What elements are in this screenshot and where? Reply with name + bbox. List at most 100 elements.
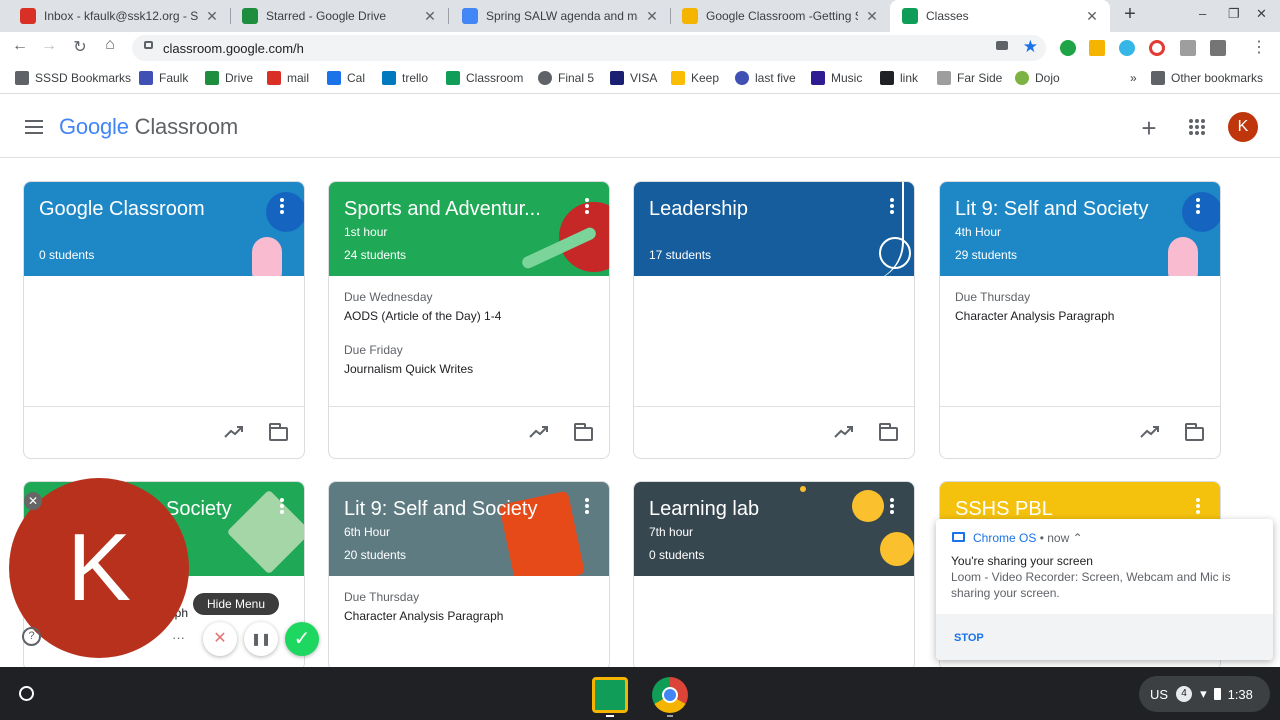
class-name[interactable]: Sports and Adventur... (344, 198, 554, 221)
launcher-icon[interactable] (19, 686, 34, 701)
main-menu-icon[interactable] (25, 120, 43, 134)
bookmark-item[interactable]: Music (811, 71, 862, 85)
bookmark-item[interactable]: SSSD Bookmarks (15, 71, 131, 85)
tab-docs[interactable]: Spring SALW agenda and mater ✕ (450, 0, 670, 32)
class-card-header[interactable]: Google Classroom 0 students (24, 182, 304, 276)
class-card[interactable]: Leadership 17 students (633, 181, 915, 459)
screen-sharing-notification[interactable]: Chrome OS • now ⌃ You're sharing your sc… (936, 519, 1273, 660)
close-tab-icon[interactable]: ✕ (864, 8, 880, 25)
extensions-puzzle-icon[interactable] (1210, 40, 1226, 56)
drive-folder-icon[interactable] (574, 423, 593, 441)
drive-folder-icon[interactable] (269, 423, 288, 441)
class-name[interactable]: Leadership (649, 198, 859, 221)
bookmark-item[interactable]: last five (735, 71, 796, 85)
bookmark-item[interactable]: Faulk (139, 71, 188, 85)
camera-in-use-icon[interactable] (996, 41, 1008, 50)
class-options-icon[interactable] (585, 498, 589, 514)
bookmark-item[interactable]: trello (382, 71, 428, 85)
drive-folder-icon[interactable] (1185, 423, 1204, 441)
loom-extension-icon[interactable] (1149, 40, 1165, 56)
close-tab-icon[interactable]: ✕ (422, 8, 438, 25)
class-card[interactable]: Learning lab 7th hour 0 students (633, 481, 915, 671)
bookmark-item[interactable]: mail (267, 71, 309, 85)
google-apps-icon[interactable] (1189, 119, 1205, 135)
restore-button[interactable]: ❐ (1228, 6, 1240, 22)
forward-button[interactable]: → (38, 37, 60, 55)
drive-extension-icon[interactable] (1089, 40, 1105, 56)
more-bookmarks-chevron-icon[interactable]: » (1130, 71, 1137, 85)
loom-close-bubble-icon[interactable]: ✕ (24, 492, 42, 510)
grammarly-extension-icon[interactable] (1060, 40, 1076, 56)
bookmark-star-icon[interactable]: ★ (1023, 37, 1038, 57)
assignment-link[interactable]: Character Analysis Paragraph (955, 309, 1205, 323)
tab-classes[interactable]: Classes ✕ (890, 0, 1110, 32)
class-card[interactable]: Google Classroom 0 students (23, 181, 305, 459)
class-card[interactable]: Sports and Adventur... 1st hour 24 stude… (328, 181, 610, 459)
class-card-header[interactable]: Lit 9: Self and Society 6th Hour 20 stud… (329, 482, 609, 576)
loom-pause-button[interactable]: ❚❚ (244, 622, 278, 656)
assignment-link[interactable]: Journalism Quick Writes (344, 362, 594, 376)
tab-gmail[interactable]: Inbox - kfaulk@ssk12.org - Stea ✕ (8, 0, 230, 32)
close-tab-icon[interactable]: ✕ (644, 8, 660, 25)
class-options-icon[interactable] (585, 198, 589, 214)
classroom-app-icon[interactable] (592, 677, 628, 713)
bookmark-item[interactable]: link (880, 71, 918, 85)
status-tray[interactable]: US 4 ▾ 1:38 (1139, 676, 1270, 712)
address-bar[interactable]: classroom.google.com/h ★ (132, 35, 1046, 61)
class-options-icon[interactable] (890, 498, 894, 514)
gradebook-trend-icon[interactable] (1140, 425, 1160, 439)
assignment-link[interactable]: Character Analysis Paragraph (344, 609, 594, 623)
google-classroom-logo[interactable]: Google Classroom (59, 114, 238, 140)
account-avatar[interactable]: K (1228, 112, 1258, 142)
class-name[interactable]: Google Classroom (39, 198, 249, 221)
class-options-icon[interactable] (890, 198, 894, 214)
class-card-header[interactable]: Sports and Adventur... 1st hour 24 stude… (329, 182, 609, 276)
bookmark-item[interactable]: Cal (327, 71, 365, 85)
class-options-icon[interactable] (280, 498, 284, 514)
class-options-icon[interactable] (1196, 498, 1200, 514)
back-button[interactable]: ← (9, 37, 31, 55)
chrome-app-icon[interactable] (652, 677, 688, 713)
bookmark-item[interactable]: Keep (671, 71, 719, 85)
close-tab-icon[interactable]: ✕ (204, 8, 220, 25)
class-options-icon[interactable] (280, 198, 284, 214)
gradebook-trend-icon[interactable] (224, 425, 244, 439)
loom-cancel-button[interactable]: ✕ (203, 622, 237, 656)
reload-button[interactable]: ↻ (69, 37, 91, 57)
tab-drive[interactable]: Starred - Google Drive ✕ (230, 0, 448, 32)
bookmark-item[interactable]: Final 5 (538, 71, 594, 85)
create-join-class-button[interactable]: + (1137, 113, 1161, 144)
class-card[interactable]: Lit 9: Self and Society 4th Hour 29 stud… (939, 181, 1221, 459)
browser-menu-icon[interactable]: ⋮ (1248, 37, 1270, 57)
class-card-header[interactable]: Learning lab 7th hour 0 students (634, 482, 914, 576)
class-name[interactable]: Learning lab (649, 498, 859, 521)
class-name[interactable]: Lit 9: Self and Society (955, 198, 1165, 221)
bookmark-item[interactable]: Far Side (937, 71, 1002, 85)
bookmark-item[interactable]: Drive (205, 71, 253, 85)
class-name[interactable]: Lit 9: Self and Society (344, 498, 554, 521)
bookmark-item[interactable]: Classroom (446, 71, 523, 85)
help-icon[interactable]: ? (22, 627, 41, 646)
minimize-button[interactable]: – (1199, 6, 1206, 21)
tab-slides[interactable]: Google Classroom -Getting Star ✕ (670, 0, 890, 32)
gradebook-trend-icon[interactable] (529, 425, 549, 439)
class-card-header[interactable]: Leadership 17 students (634, 182, 914, 276)
close-tab-icon[interactable]: ✕ (1084, 8, 1100, 25)
extension-icon[interactable] (1119, 40, 1135, 56)
class-name[interactable]: SSHS PBL (955, 498, 1165, 521)
close-window-button[interactable]: ✕ (1256, 6, 1267, 22)
new-tab-button[interactable]: + (1120, 3, 1140, 26)
class-card[interactable]: Lit 9: Self and Society 6th Hour 20 stud… (328, 481, 610, 671)
class-options-icon[interactable] (1196, 198, 1200, 214)
loom-more-icon[interactable]: ··· (172, 630, 185, 645)
assignment-link[interactable]: AODS (Article of the Day) 1-4 (344, 309, 594, 323)
other-bookmarks[interactable]: Other bookmarks (1151, 71, 1263, 85)
cast-extension-icon[interactable] (1180, 40, 1196, 56)
loom-finish-button[interactable]: ✓ (285, 622, 319, 656)
stop-sharing-button[interactable]: STOP (954, 632, 984, 644)
bookmark-item[interactable]: Dojo (1015, 71, 1060, 85)
home-button[interactable]: ⌂ (99, 36, 121, 54)
drive-folder-icon[interactable] (879, 423, 898, 441)
class-card-header[interactable]: Lit 9: Self and Society 4th Hour 29 stud… (940, 182, 1220, 276)
gradebook-trend-icon[interactable] (834, 425, 854, 439)
